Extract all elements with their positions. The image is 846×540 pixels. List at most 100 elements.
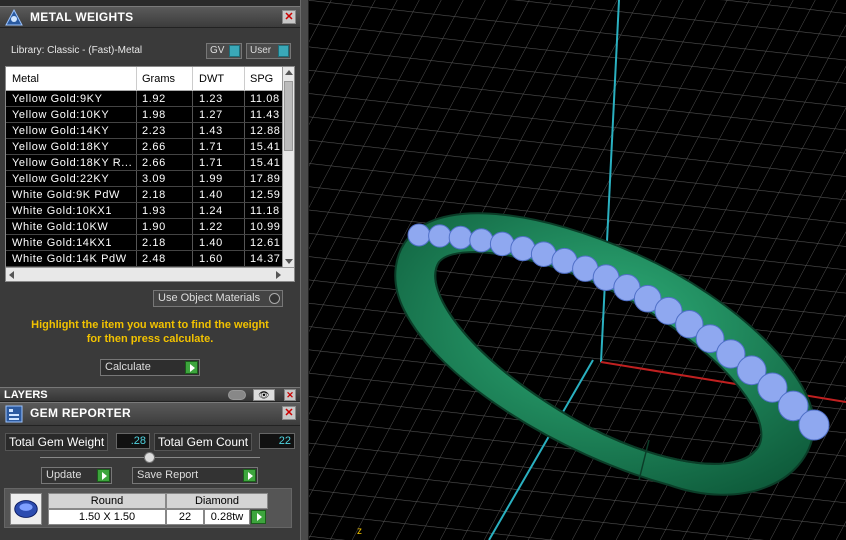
- round-gem-icon: [10, 493, 42, 525]
- gem-row[interactable]: Round Diamond 1.50 X 1.50 22 0.28tw: [8, 491, 268, 527]
- gem-reporter-title: GEM REPORTER: [30, 406, 131, 420]
- cell-spg: 11.43: [250, 109, 280, 121]
- cell-metal: White Gold:14KX1: [12, 237, 113, 249]
- cell-grams: 2.18: [142, 189, 166, 201]
- user-toggle[interactable]: User: [246, 43, 291, 59]
- gv-toggle[interactable]: GV: [206, 43, 242, 59]
- cell-metal: White Gold:10KW: [12, 221, 109, 233]
- column-header-spg[interactable]: SPG: [250, 73, 273, 85]
- scroll-right-icon[interactable]: [276, 271, 281, 279]
- cell-metal: White Gold:14K PdW: [12, 253, 127, 265]
- diamond-icon: [14, 500, 38, 518]
- column-header-grams[interactable]: Grams: [142, 73, 175, 85]
- gem-reporter-icon: [5, 405, 23, 423]
- update-label: Update: [46, 469, 82, 481]
- cell-spg: 11.18: [250, 205, 280, 217]
- cell-dwt: 1.60: [199, 253, 223, 265]
- cell-metal: Yellow Gold:22KY: [12, 173, 110, 185]
- user-toggle-knob: [278, 45, 289, 57]
- eye-icon[interactable]: 👁: [253, 389, 275, 401]
- layers-titlebar[interactable]: LAYERS 👁 ✕: [0, 387, 300, 402]
- metal-weights-close-button[interactable]: ✕: [282, 10, 296, 24]
- scroll-down-icon[interactable]: [285, 259, 293, 264]
- play-icon: [97, 469, 110, 482]
- layers-title: LAYERS: [4, 389, 48, 401]
- table-row[interactable]: Yellow Gold:9KY 1.92 1.23 11.08: [6, 91, 284, 107]
- hint-line-1: Highlight the item you want to find the …: [31, 319, 269, 331]
- gem-row-go-button[interactable]: [251, 510, 266, 524]
- scrollbar-thumb[interactable]: [284, 81, 293, 151]
- cell-spg: 11.08: [250, 93, 280, 105]
- cell-dwt: 1.27: [199, 109, 223, 121]
- metal-table: Metal Grams DWT SPG Yellow Gold:9KY 1.92 1…: [5, 66, 295, 282]
- splitter-handle-icon[interactable]: [144, 452, 155, 463]
- table-row[interactable]: Yellow Gold:10KY 1.98 1.27 11.43: [6, 107, 284, 123]
- table-row[interactable]: White Gold:9K PdW 2.18 1.40 12.59: [6, 187, 284, 203]
- cell-grams: 1.98: [142, 109, 166, 121]
- hint-line-2: for then press calculate.: [86, 333, 214, 345]
- gem-shape: Round: [48, 493, 166, 509]
- gem-setting: [407, 223, 431, 247]
- cell-grams: 2.18: [142, 237, 166, 249]
- cell-grams: 2.23: [142, 125, 166, 137]
- gem-weight: 0.28tw: [204, 509, 250, 525]
- save-report-button[interactable]: Save Report: [132, 467, 258, 484]
- table-horizontal-scrollbar[interactable]: [6, 267, 294, 281]
- gem-reporter-titlebar[interactable]: GEM REPORTER ✕: [0, 402, 300, 426]
- gem-setting: [489, 231, 515, 257]
- cell-dwt: 1.99: [199, 173, 223, 185]
- use-object-materials-label: Use Object Materials: [158, 292, 261, 304]
- cell-spg: 15.41: [250, 157, 281, 169]
- table-row[interactable]: Yellow Gold:22KY 3.09 1.99 17.89: [6, 171, 284, 187]
- table-row[interactable]: White Gold:10KW 1.90 1.22 10.99: [6, 219, 284, 235]
- cell-spg: 15.41: [250, 141, 281, 153]
- use-object-materials-checkbox[interactable]: Use Object Materials: [153, 290, 283, 307]
- total-gem-count-value: 22: [259, 433, 295, 449]
- scroll-up-icon[interactable]: [285, 70, 293, 75]
- play-icon: [257, 513, 262, 521]
- table-body: Yellow Gold:9KY 1.92 1.23 11.08 Yellow Gold:…: [6, 91, 284, 267]
- gem-setting: [448, 225, 473, 250]
- cell-metal: Yellow Gold:14KY: [12, 125, 110, 137]
- scroll-left-icon[interactable]: [9, 271, 14, 279]
- gem-reporter-close-button[interactable]: ✕: [282, 406, 296, 420]
- cell-grams: 3.09: [142, 173, 166, 185]
- axis-label: z: [357, 526, 362, 537]
- table-row[interactable]: White Gold:14KX1 2.18 1.40 12.61: [6, 235, 284, 251]
- column-header-dwt[interactable]: DWT: [199, 73, 224, 85]
- checkbox-icon[interactable]: [269, 293, 280, 304]
- table-row[interactable]: Yellow Gold:14KY 2.23 1.43 12.88: [6, 123, 284, 139]
- cell-metal: Yellow Gold:18KY: [12, 141, 110, 153]
- column-header-metal[interactable]: Metal: [12, 73, 39, 85]
- header-divider: [192, 67, 193, 91]
- header-divider: [136, 67, 137, 91]
- update-button[interactable]: Update: [41, 467, 112, 484]
- gem-type: Diamond: [166, 493, 268, 509]
- panel-splitter[interactable]: [300, 0, 309, 540]
- cell-metal: Yellow Gold:10KY: [12, 109, 110, 121]
- cell-grams: 2.66: [142, 157, 166, 169]
- calculate-button[interactable]: Calculate: [100, 359, 200, 376]
- play-icon: [243, 469, 256, 482]
- cell-metal: White Gold:10KX1: [12, 205, 113, 217]
- table-row[interactable]: Yellow Gold:18KY 2.66 1.71 15.41: [6, 139, 284, 155]
- cell-dwt: 1.22: [199, 221, 223, 233]
- table-row[interactable]: White Gold:10KX1 1.93 1.24 11.18: [6, 203, 284, 219]
- user-toggle-label: User: [250, 45, 272, 56]
- play-icon: [185, 361, 198, 374]
- metal-weights-titlebar[interactable]: METAL WEIGHTS ✕: [0, 6, 300, 28]
- table-row[interactable]: White Gold:14K PdW 2.48 1.60 14.37: [6, 251, 284, 267]
- table-vertical-scrollbar[interactable]: [282, 67, 294, 267]
- layers-toggle-icon[interactable]: [228, 390, 246, 400]
- total-gem-weight-label: Total Gem Weight: [5, 433, 109, 451]
- cell-grams: 2.66: [142, 141, 166, 153]
- layers-close-button[interactable]: ✕: [284, 389, 296, 401]
- table-row[interactable]: Yellow Gold:18KY R... 2.66 1.71 15.41: [6, 155, 284, 171]
- viewport-scene: z: [309, 0, 846, 540]
- cell-dwt: 1.40: [199, 189, 223, 201]
- cell-metal: Yellow Gold:9KY: [12, 93, 103, 105]
- cell-metal: Yellow Gold:18KY R...: [12, 157, 133, 169]
- total-gem-weight-value: .28: [116, 433, 150, 449]
- 3d-viewport[interactable]: z: [309, 0, 846, 540]
- cell-grams: 2.48: [142, 253, 166, 265]
